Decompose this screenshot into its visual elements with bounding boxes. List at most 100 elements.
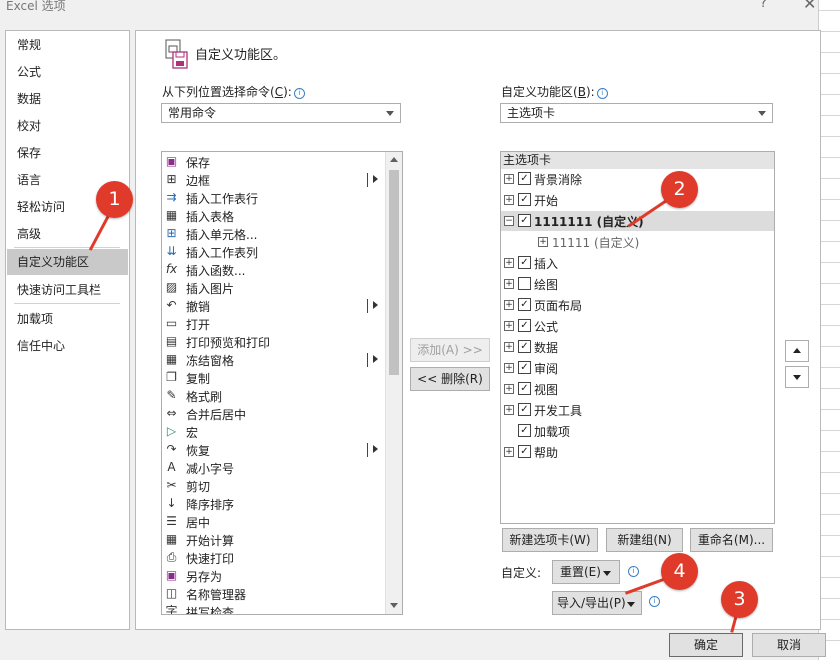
nav-item[interactable]: 常规: [7, 32, 128, 58]
checked-checkbox-icon[interactable]: ✓: [518, 445, 531, 458]
command-item[interactable]: ⇊ 插入工作表列: [162, 243, 386, 261]
expand-icon[interactable]: +: [504, 195, 514, 205]
nav-item[interactable]: 公式: [7, 59, 128, 85]
command-item[interactable]: A 减小字号: [162, 459, 386, 477]
expand-icon[interactable]: +: [504, 258, 514, 268]
ribbon-tab-node[interactable]: + ✓ 帮助: [501, 442, 774, 462]
scroll-down-arrow-icon[interactable]: [390, 603, 398, 608]
command-item[interactable]: ▦ 开始计算: [162, 531, 386, 549]
checked-checkbox-icon[interactable]: ✓: [518, 382, 531, 395]
add-button[interactable]: 添加(A) >>: [410, 338, 490, 362]
new-group-button[interactable]: 新建组(N): [606, 528, 683, 552]
ribbon-tab-node[interactable]: + 绘图: [501, 274, 774, 294]
remove-button[interactable]: << 删除(R): [410, 367, 490, 391]
ribbon-tab-node[interactable]: + ✓ 数据: [501, 337, 774, 357]
checked-checkbox-icon[interactable]: ✓: [518, 298, 531, 311]
command-item[interactable]: ▷ 宏: [162, 423, 386, 441]
checked-checkbox-icon[interactable]: ✓: [518, 424, 531, 437]
ribbon-tab-node[interactable]: + ✓ 视图: [501, 379, 774, 399]
command-label: 边框: [186, 174, 211, 188]
expand-icon[interactable]: +: [504, 342, 514, 352]
ribbon-tab-node[interactable]: + ✓ 公式: [501, 316, 774, 336]
command-item[interactable]: ▣ 另存为: [162, 567, 386, 585]
checked-checkbox-icon[interactable]: ✓: [518, 319, 531, 332]
nav-item[interactable]: 自定义功能区: [7, 249, 128, 275]
move-down-button[interactable]: [785, 366, 809, 388]
checked-checkbox-icon[interactable]: ✓: [518, 172, 531, 185]
checked-checkbox-icon[interactable]: ✓: [518, 214, 531, 227]
command-item[interactable]: ▦ 冻结窗格: [162, 351, 386, 369]
command-item[interactable]: ↓ 降序排序: [162, 495, 386, 513]
reset-dropdown[interactable]: 重置(E): [552, 560, 620, 584]
close-button[interactable]: ✕: [803, 0, 816, 13]
command-source-select[interactable]: 常用命令: [161, 103, 401, 123]
command-item[interactable]: 字拼写检查: [162, 603, 386, 614]
nav-item[interactable]: 校对: [7, 113, 128, 139]
expand-icon[interactable]: +: [504, 384, 514, 394]
nav-item[interactable]: 高级: [7, 221, 128, 247]
nav-item[interactable]: 数据: [7, 86, 128, 112]
command-item[interactable]: ⊞ 插入单元格...: [162, 225, 386, 243]
ribbon-tab-node[interactable]: + ✓ 页面布局: [501, 295, 774, 315]
ok-button[interactable]: 确定: [669, 633, 743, 657]
command-list-scrollbar[interactable]: [385, 152, 402, 614]
ribbon-tab-node[interactable]: +11111 (自定义): [501, 232, 774, 252]
rename-button[interactable]: 重命名(M)...: [690, 528, 773, 552]
expand-icon[interactable]: +: [504, 363, 514, 373]
command-item[interactable]: fx 插入函数...: [162, 261, 386, 279]
expand-icon[interactable]: +: [504, 405, 514, 415]
expand-icon[interactable]: +: [504, 447, 514, 457]
command-label: 插入函数...: [186, 264, 246, 278]
checked-checkbox-icon[interactable]: ✓: [518, 193, 531, 206]
command-item[interactable]: ❐ 复制: [162, 369, 386, 387]
cancel-button[interactable]: 取消: [752, 633, 826, 657]
command-item[interactable]: ▨ 插入图片: [162, 279, 386, 297]
command-label: 快速打印: [186, 552, 235, 566]
ribbon-tab-node[interactable]: + ✓ 审阅: [501, 358, 774, 378]
nav-item[interactable]: 快速访问工具栏: [7, 277, 128, 303]
command-item[interactable]: ▦ 插入表格: [162, 207, 386, 225]
command-item[interactable]: ✂ 剪切: [162, 477, 386, 495]
checked-checkbox-icon[interactable]: ✓: [518, 340, 531, 353]
command-item[interactable]: ⇉ 插入工作表行: [162, 189, 386, 207]
expand-icon[interactable]: +: [504, 300, 514, 310]
move-up-button[interactable]: [785, 340, 809, 362]
command-item[interactable]: ☰ 居中: [162, 513, 386, 531]
command-item[interactable]: ▭ 打开: [162, 315, 386, 333]
expand-icon[interactable]: +: [504, 321, 514, 331]
nav-item[interactable]: 保存: [7, 140, 128, 166]
import-export-dropdown[interactable]: 导入/导出(P): [552, 591, 642, 615]
checked-checkbox-icon[interactable]: ✓: [518, 403, 531, 416]
expand-icon[interactable]: +: [504, 174, 514, 184]
command-item[interactable]: ⇔ 合并后居中: [162, 405, 386, 423]
ribbon-tab-node[interactable]: + ✓ 开发工具: [501, 400, 774, 420]
command-item[interactable]: ↶ 撤销: [162, 297, 386, 315]
scroll-thumb[interactable]: [389, 170, 399, 375]
expand-icon[interactable]: +: [504, 279, 514, 289]
command-item[interactable]: ◫ 名称管理器: [162, 585, 386, 603]
scroll-up-arrow-icon[interactable]: [390, 157, 398, 162]
command-item[interactable]: ▣ 保存: [162, 153, 386, 171]
command-list[interactable]: ▣ 保存 ⊞ 边框 ⇉ 插入工作表行 ▦ 插入表格 ⊞ 插入单元格... ⇊ 插入工作表列 fx 插入函数…: [161, 151, 403, 615]
ribbon-tab-node[interactable]: + ✓ 开始: [501, 190, 774, 210]
command-item[interactable]: ⎙ 快速打印: [162, 549, 386, 567]
ribbon-target-select[interactable]: 主选项卡: [500, 103, 773, 123]
checked-checkbox-icon[interactable]: ✓: [518, 361, 531, 374]
ribbon-tab-node[interactable]: ✓ 加载项: [501, 421, 774, 441]
command-item[interactable]: ▤ 打印预览和打印: [162, 333, 386, 351]
command-item[interactable]: ↷ 恢复: [162, 441, 386, 459]
nav-item[interactable]: 信任中心: [7, 333, 128, 359]
nav-item[interactable]: 加载项: [7, 306, 128, 332]
expand-icon[interactable]: +: [538, 237, 548, 247]
ribbon-tree[interactable]: 主选项卡 + ✓ 背景消除 + ✓ 开始 − ✓ 1111111 (自定义) +11111 (自定…: [500, 151, 775, 524]
unchecked-checkbox-icon[interactable]: [518, 277, 531, 290]
command-item[interactable]: ✎ 格式刷: [162, 387, 386, 405]
ribbon-tab-node[interactable]: + ✓ 插入: [501, 253, 774, 273]
checked-checkbox-icon[interactable]: ✓: [518, 256, 531, 269]
command-item[interactable]: ⊞ 边框: [162, 171, 386, 189]
collapse-icon[interactable]: −: [504, 216, 514, 226]
help-button[interactable]: ?: [760, 0, 767, 11]
command-label: 插入表格: [186, 210, 235, 224]
new-tab-button[interactable]: 新建选项卡(W): [502, 528, 598, 552]
ribbon-tab-node[interactable]: + ✓ 背景消除: [501, 169, 774, 189]
